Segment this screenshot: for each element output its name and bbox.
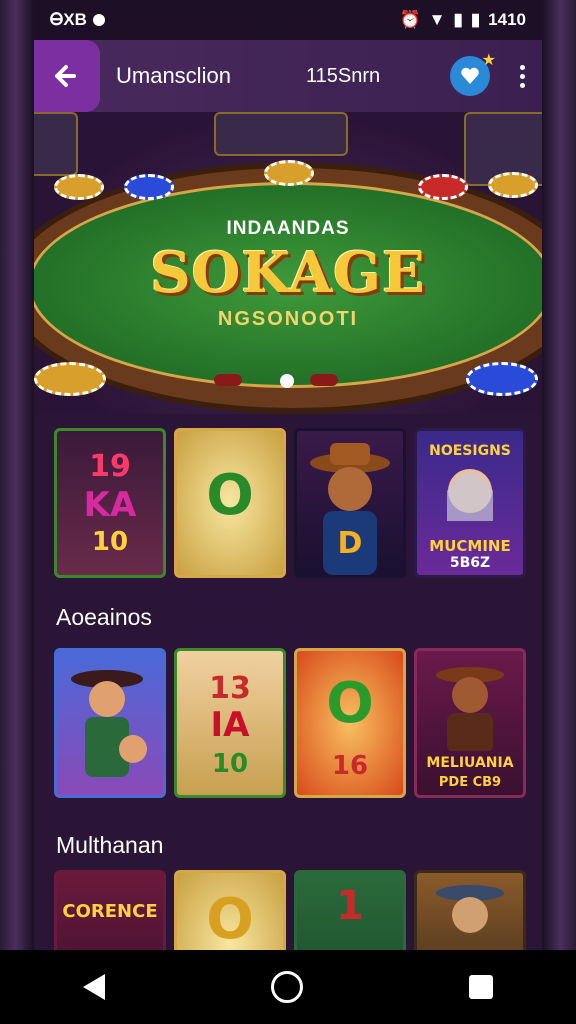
status-time: 1410 bbox=[488, 10, 526, 29]
phone-frame: ᎾXB ⏰ ▼ ▮ ▮ 1410 Umansclion 115Snrn ★ IN… bbox=[0, 0, 576, 1024]
game-tile[interactable]: O bbox=[174, 428, 286, 578]
status-bar: ᎾXB ⏰ ▼ ▮ ▮ 1410 bbox=[34, 0, 542, 40]
heart-shield-icon bbox=[461, 67, 479, 84]
tile-label: NOESIGNS bbox=[429, 443, 511, 459]
signal-icon: ▮ bbox=[453, 10, 463, 29]
wifi-icon: ▼ bbox=[428, 10, 446, 29]
tile-label: PDE CB9 bbox=[438, 775, 502, 790]
game-tile[interactable]: CORENCE bbox=[54, 870, 166, 950]
app-title: Umansclion bbox=[116, 63, 231, 88]
tile-label: O bbox=[206, 887, 254, 950]
tile-label: O bbox=[206, 463, 254, 528]
section-title: Multhanan bbox=[56, 832, 164, 858]
chip-icon bbox=[124, 174, 174, 200]
recents-square-icon[interactable] bbox=[469, 975, 493, 999]
home-circle-icon[interactable] bbox=[271, 971, 303, 1003]
chip-icon bbox=[54, 174, 104, 200]
app-bar: Umansclion 115Snrn ★ bbox=[34, 40, 542, 112]
tile-label: CORENCE bbox=[62, 901, 158, 922]
family-character-icon bbox=[71, 670, 147, 777]
tile-label: IA bbox=[210, 705, 250, 745]
game-row-section2: 13 IA 10 O 16 MELIUANIA PDE CB9 bbox=[54, 648, 542, 804]
hero-kicker: INDAANDAS bbox=[226, 218, 350, 239]
rewards-button[interactable]: ★ bbox=[450, 52, 496, 96]
game-tile[interactable]: 1 bbox=[294, 870, 406, 950]
tile-label: O bbox=[326, 671, 374, 736]
tile-label: 19 bbox=[89, 449, 131, 484]
tile-label: 1 bbox=[336, 883, 364, 929]
phone-bezel-right bbox=[540, 0, 576, 1024]
svg-text:D: D bbox=[338, 526, 363, 561]
back-triangle-icon[interactable] bbox=[83, 974, 105, 1000]
chip-icon bbox=[488, 172, 538, 198]
chip-icon bbox=[466, 362, 538, 396]
tile-label: 10 bbox=[211, 749, 249, 779]
roulette-ball bbox=[280, 374, 294, 388]
game-tile[interactable]: 13 IA 10 bbox=[174, 648, 286, 798]
hero-subtitle: NGSONOOTI bbox=[217, 308, 359, 330]
star-icon: ★ bbox=[481, 52, 496, 69]
roulette-pocket bbox=[310, 374, 338, 386]
tile-label: KA bbox=[83, 485, 137, 525]
cowboy-character-icon: D bbox=[310, 443, 390, 575]
chip-icon bbox=[418, 174, 468, 200]
app-subtitle: 115Snrn bbox=[306, 64, 381, 87]
tile-label: 10 bbox=[91, 527, 129, 557]
section-title: Aoeainos bbox=[56, 604, 152, 630]
character-portrait-icon bbox=[447, 469, 493, 521]
slot-machine-decor bbox=[34, 112, 78, 176]
alarm-icon: ⏰ bbox=[399, 10, 421, 29]
chip-icon bbox=[264, 160, 314, 186]
status-left: ᎾXB bbox=[50, 10, 105, 30]
cowboy-character-icon bbox=[436, 885, 504, 933]
roulette-pocket bbox=[214, 374, 242, 386]
status-left-text: ᎾXB bbox=[50, 10, 87, 29]
chip-icon bbox=[34, 362, 106, 396]
game-tile[interactable]: O 16 bbox=[294, 648, 406, 798]
notification-icon bbox=[92, 14, 105, 26]
game-tile[interactable]: NOESIGNS MUCMINE 5B6Z bbox=[414, 428, 526, 578]
phone-bezel-left bbox=[0, 0, 36, 1024]
tile-label: 13 bbox=[209, 671, 251, 706]
game-tile[interactable]: 19 KA 10 bbox=[54, 428, 166, 578]
cowboy-musician-icon bbox=[436, 667, 504, 753]
more-vert-icon bbox=[519, 64, 525, 70]
hero-banner[interactable]: INDAANDAS SOKAGE NGSONOOTI bbox=[34, 112, 542, 414]
game-tile[interactable]: D bbox=[294, 428, 406, 578]
more-options-button[interactable] bbox=[512, 64, 532, 88]
system-nav-bar bbox=[0, 950, 576, 1024]
status-right: ⏰ ▼ ▮ ▮ 1410 bbox=[399, 10, 526, 30]
hero-title: SOKAGE bbox=[150, 240, 426, 306]
game-tile[interactable]: MELIUANIA PDE CB9 bbox=[414, 648, 526, 798]
game-tile[interactable]: O bbox=[174, 870, 286, 950]
game-tile[interactable] bbox=[54, 648, 166, 798]
arrow-left-icon bbox=[55, 65, 76, 87]
tile-label: 16 bbox=[331, 751, 369, 781]
screen: ᎾXB ⏰ ▼ ▮ ▮ 1410 Umansclion 115Snrn ★ IN… bbox=[34, 0, 542, 1024]
tile-label: 5B6Z bbox=[449, 555, 491, 571]
game-tile[interactable] bbox=[414, 870, 526, 950]
battery-icon: ▮ bbox=[470, 10, 481, 29]
tile-label: MUCMINE bbox=[429, 537, 511, 555]
game-row-section3: CORENCE O 1 bbox=[54, 870, 542, 950]
back-button[interactable] bbox=[34, 40, 100, 112]
game-row-featured: 19 KA 10 O D NOESIGNS MUCMINE 5B6Z bbox=[54, 428, 542, 584]
tile-label: MELIUANIA bbox=[426, 755, 514, 771]
slot-machine-decor bbox=[214, 112, 348, 156]
